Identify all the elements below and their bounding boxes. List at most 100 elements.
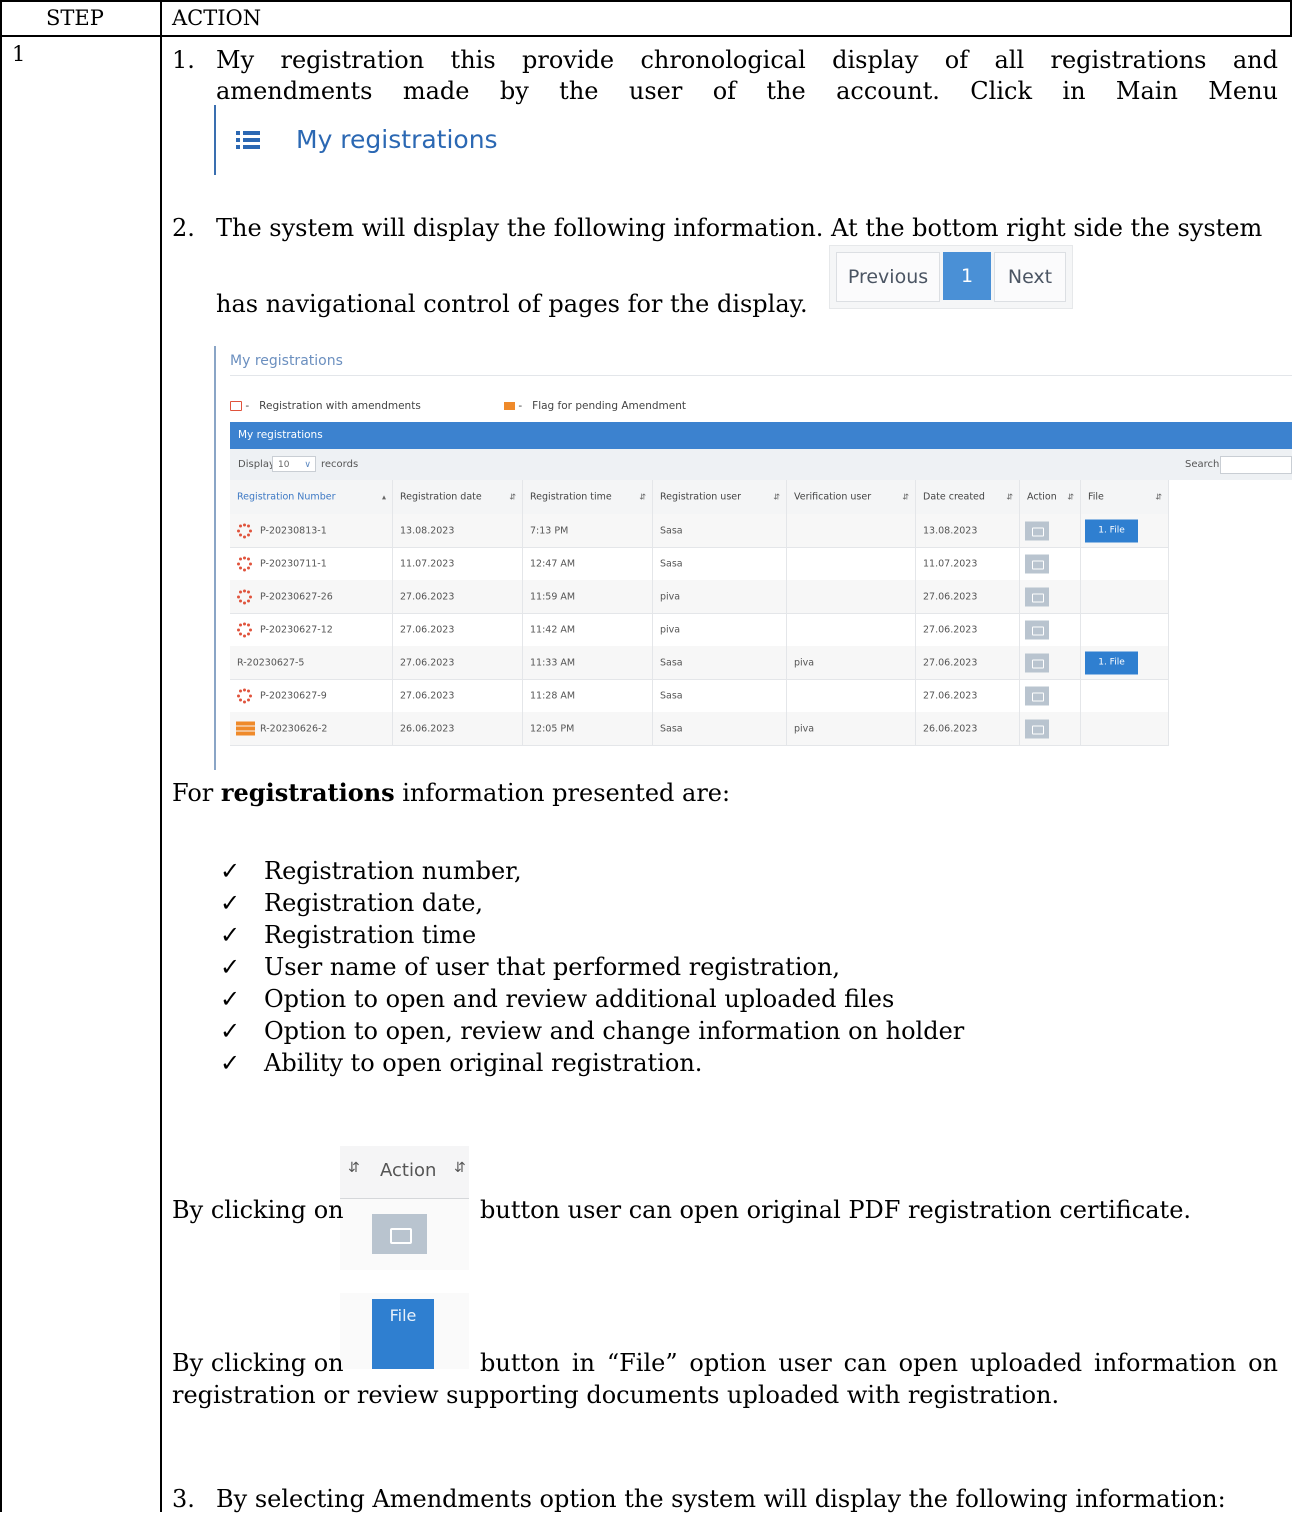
menu-snippet: My registrations <box>214 105 534 175</box>
table-cell-user: piva <box>653 613 787 646</box>
display-label: Display <box>238 459 275 470</box>
file-button[interactable]: 1. File <box>1085 651 1138 674</box>
open-pdf-button[interactable] <box>1025 653 1049 672</box>
table-cell-user: Sasa <box>653 712 787 745</box>
step-number: 1 <box>12 42 26 66</box>
table-cell-file <box>1081 712 1169 745</box>
table-cell-verifier: piva <box>787 712 916 745</box>
flag-icon <box>236 721 255 736</box>
search-input[interactable] <box>1220 456 1292 474</box>
page-size-select[interactable]: 10 ∨ <box>272 456 316 472</box>
cell-text: 27.06.2023 <box>923 624 978 635</box>
cell-text: piva <box>660 591 681 602</box>
open-pdf-button[interactable] <box>372 1214 427 1254</box>
sort-icon: ⇵ <box>1155 492 1162 502</box>
cell-text: piva <box>794 723 815 734</box>
check-icon: ✓ <box>220 985 241 1013</box>
column-header[interactable]: File ⇵ <box>1081 480 1169 514</box>
file-button[interactable]: 1. File <box>1085 519 1138 542</box>
folder-icon <box>1032 626 1044 635</box>
open-pdf-button[interactable] <box>1025 521 1049 540</box>
file-sentence-pre: By clicking on <box>172 1349 344 1377</box>
open-pdf-button[interactable] <box>1025 719 1049 738</box>
action-column-snippet: ⇵ Action ⇵ <box>340 1146 469 1270</box>
checklist-item-text: Registration time <box>264 921 477 949</box>
page-1-button[interactable]: 1 <box>943 252 991 300</box>
cell-text: 26.06.2023 <box>400 723 455 734</box>
table-row: P-20230627-9 27.06.2023 11:28 AM Sasa 27.06.… <box>230 679 1169 713</box>
table-cell-time: 11:28 AM <box>523 679 653 712</box>
previous-button[interactable]: Previous <box>836 252 940 302</box>
table-cell-time: 12:47 AM <box>523 547 653 580</box>
column-header[interactable]: Action ⇵ <box>1020 480 1081 514</box>
sort-asc-icon: ▴ <box>381 492 386 502</box>
file-button-snippet: File <box>340 1293 469 1369</box>
list-icon <box>236 131 260 149</box>
sort-icon: ⇵ <box>773 492 780 502</box>
cell-text: P-20230813-1 <box>260 525 327 536</box>
table-cell-created: 27.06.2023 <box>916 613 1020 646</box>
column-header[interactable]: Registration Number ▴ <box>230 480 393 514</box>
table-cell-file <box>1081 580 1169 613</box>
cell-text: 27.06.2023 <box>923 657 978 668</box>
item2-line1: The system will display the following in… <box>216 214 1263 242</box>
check-icon: ✓ <box>220 1049 241 1077</box>
next-button[interactable]: Next <box>994 252 1066 302</box>
column-header-label: File <box>1088 491 1104 503</box>
table-cell-date: 13.08.2023 <box>393 514 523 547</box>
column-header-label: Verification user <box>794 491 872 503</box>
cell-text: Sasa <box>660 558 683 569</box>
sort-icon: ⇵ <box>1006 492 1013 502</box>
registrations-screenshot: My registrations - Registration with ame… <box>214 346 1292 770</box>
legend-pending-text: - Flag for pending Amendment <box>518 400 686 412</box>
table-cell-user: Sasa <box>653 547 787 580</box>
open-pdf-button[interactable] <box>1025 554 1049 573</box>
item1-line1: My registration this provide chronologic… <box>216 46 1278 74</box>
column-divider <box>160 0 162 1512</box>
folder-icon <box>1032 593 1044 602</box>
item2-number: 2. <box>172 214 195 242</box>
pending-icon <box>236 588 253 605</box>
table-cell-user: Sasa <box>653 646 787 679</box>
table-row: P-20230711-1 11.07.2023 12:47 AM Sasa 11.07.… <box>230 547 1169 581</box>
legend-pending: - Flag for pending Amendment <box>504 400 686 412</box>
column-header-label: Date created <box>923 491 985 503</box>
action-button-area <box>340 1199 469 1270</box>
column-header[interactable]: Date created ⇵ <box>916 480 1020 514</box>
table-cell-action <box>1020 613 1081 646</box>
table-cell-date: 27.06.2023 <box>393 580 523 613</box>
item3-line1: By selecting Amendments option the syste… <box>216 1485 1226 1513</box>
table-row: P-20230627-12 27.06.2023 11:42 AM piva 27.06… <box>230 613 1169 647</box>
table-cell-verifier <box>787 580 916 613</box>
column-header[interactable]: Registration user ⇵ <box>653 480 787 514</box>
cell-text: 27.06.2023 <box>400 690 455 701</box>
registrations-intro: For registrations information presented … <box>172 777 730 809</box>
intro-pre: For <box>172 779 221 807</box>
cell-text: Sasa <box>660 657 683 668</box>
cell-text: P-20230627-9 <box>260 690 327 701</box>
table-row: P-20230813-1 13.08.2023 7:13 PM Sasa 13.08.2… <box>230 514 1169 548</box>
cell-text: 27.06.2023 <box>923 591 978 602</box>
column-header[interactable]: Verification user ⇵ <box>787 480 916 514</box>
table-cell-number: R-20230627-5 <box>230 646 393 679</box>
open-pdf-button[interactable] <box>1025 686 1049 705</box>
cell-text: R-20230626-2 <box>260 723 328 734</box>
sort-icon: ⇵ <box>348 1160 360 1176</box>
cell-text: 13.08.2023 <box>923 525 978 536</box>
cell-text: 12:05 PM <box>530 723 575 734</box>
table-cell-user: piva <box>653 580 787 613</box>
table-cell-file: 1. File <box>1081 514 1169 547</box>
table-cell-action <box>1020 547 1081 580</box>
file-button[interactable]: File <box>372 1299 434 1369</box>
open-pdf-button[interactable] <box>1025 587 1049 606</box>
open-pdf-button[interactable] <box>1025 620 1049 639</box>
pending-icon <box>236 522 253 539</box>
column-header[interactable]: Registration date ⇵ <box>393 480 523 514</box>
menu-item-my-registrations[interactable]: My registrations <box>296 125 498 155</box>
screenshot-left-border <box>214 346 216 770</box>
table-cell-file <box>1081 679 1169 712</box>
column-header[interactable]: Registration time ⇵ <box>523 480 653 514</box>
folder-icon <box>390 1228 412 1244</box>
table-cell-user: Sasa <box>653 514 787 547</box>
legend-amendments-text: - Registration with amendments <box>245 400 421 412</box>
